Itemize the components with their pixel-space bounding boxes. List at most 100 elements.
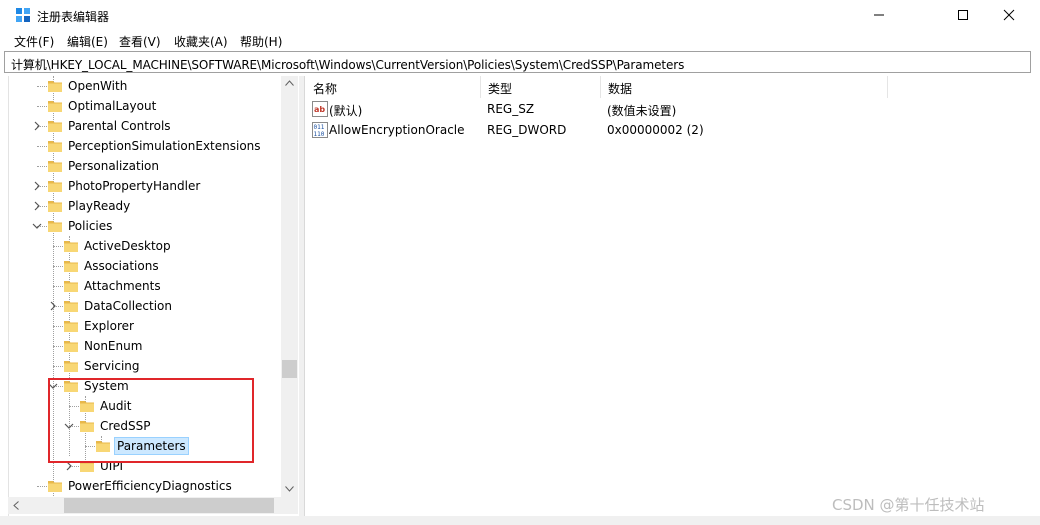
- column-separator[interactable]: [887, 76, 888, 98]
- tree-item-associations[interactable]: Associations: [9, 256, 281, 276]
- folder-icon: [48, 221, 62, 232]
- tree-item-servicing[interactable]: Servicing: [9, 356, 281, 376]
- close-button[interactable]: [986, 0, 1032, 30]
- folder-icon: [64, 261, 78, 272]
- folder-icon: [48, 161, 62, 172]
- chevron-right-icon[interactable]: [31, 119, 43, 133]
- tree-item-label: PhotoPropertyHandler: [68, 179, 201, 193]
- tree-guide-connector: [85, 446, 95, 447]
- tree-scroll-thumb[interactable]: [282, 360, 297, 378]
- column-header-name[interactable]: 名称: [305, 76, 480, 98]
- chevron-down-icon[interactable]: [47, 379, 59, 393]
- tree-item-label: OpenWith: [68, 79, 128, 93]
- folder-icon: [64, 241, 78, 252]
- tree-guide-connector: [69, 406, 79, 407]
- value-name: AllowEncryptionOracle: [329, 123, 465, 137]
- tree-item-playready[interactable]: PlayReady: [9, 196, 281, 216]
- tree-item-photopropertyhandler[interactable]: PhotoPropertyHandler: [9, 176, 281, 196]
- menu-help[interactable]: 帮助(H): [240, 33, 282, 50]
- value-data: (数值未设置): [607, 104, 677, 118]
- folder-icon: [64, 281, 78, 292]
- value-row-default[interactable]: ab (默认) REG_SZ (数值未设置): [305, 99, 905, 120]
- menu-edit[interactable]: 编辑(E): [67, 33, 108, 50]
- tree-item-nonenum[interactable]: NonEnum: [9, 336, 281, 356]
- tree-item-label: System: [84, 379, 129, 393]
- values-list: 名称 类型 数据 ab (默认) REG_SZ (数值未设置) 011 110 …: [304, 76, 1031, 516]
- column-header-data[interactable]: 数据: [600, 76, 887, 98]
- svg-text:011: 011: [314, 124, 325, 131]
- tree-item-label: ActiveDesktop: [84, 239, 171, 253]
- tree-item-perceptionsimulationextensions[interactable]: PerceptionSimulationExtensions: [9, 136, 281, 156]
- tree-vertical-scrollbar[interactable]: [281, 76, 298, 497]
- folder-icon: [64, 361, 78, 372]
- scroll-left-icon[interactable]: [13, 501, 19, 510]
- tree-guide-connector: [53, 346, 63, 347]
- address-bar[interactable]: 计算机\HKEY_LOCAL_MACHINE\SOFTWARE\Microsof…: [4, 51, 1031, 73]
- regedit-app-icon: [16, 8, 30, 22]
- folder-icon: [48, 201, 62, 212]
- key-tree: OpenWith OptimalLayout Parental Controls Pe…: [8, 76, 299, 516]
- binary-value-icon: 011 110: [312, 122, 328, 138]
- tree-guide-connector: [37, 486, 47, 487]
- value-name: (默认): [329, 104, 363, 118]
- tree-item-uipi[interactable]: UIPI: [9, 456, 281, 476]
- tree-item-system[interactable]: System: [9, 376, 281, 396]
- chevron-right-icon[interactable]: [31, 199, 43, 213]
- folder-icon: [64, 321, 78, 332]
- maximize-icon: [958, 10, 968, 20]
- window-bottom-edge: [0, 516, 1040, 525]
- address-path: 计算机\HKEY_LOCAL_MACHINE\SOFTWARE\Microsof…: [11, 58, 685, 72]
- folder-icon: [64, 381, 78, 392]
- chevron-down-icon[interactable]: [63, 419, 75, 433]
- tree-item-label: Servicing: [84, 359, 140, 373]
- tree-guide-connector: [53, 266, 63, 267]
- value-row-allowencryptionoracle[interactable]: 011 110 AllowEncryptionOracle REG_DWORD …: [305, 120, 905, 141]
- tree-item-datacollection[interactable]: DataCollection: [9, 296, 281, 316]
- folder-icon: [80, 421, 94, 432]
- menu-view[interactable]: 查看(V): [119, 33, 161, 50]
- tree-item-audit[interactable]: Audit: [9, 396, 281, 416]
- tree-item-label: PlayReady: [68, 199, 131, 213]
- chevron-right-icon[interactable]: [47, 299, 59, 313]
- chevron-right-icon[interactable]: [31, 179, 43, 193]
- chevron-right-icon[interactable]: [63, 459, 75, 473]
- tree-item-parameters[interactable]: Parameters: [9, 436, 281, 456]
- tree-horizontal-scrollbar[interactable]: [8, 497, 281, 514]
- menu-favorites[interactable]: 收藏夹(A): [174, 33, 228, 50]
- chevron-down-icon[interactable]: [31, 219, 43, 233]
- tree-item-attachments[interactable]: Attachments: [9, 276, 281, 296]
- maximize-button[interactable]: [940, 0, 986, 30]
- tree-item-label: Parameters: [114, 437, 189, 455]
- tree-item-openwith[interactable]: OpenWith: [9, 76, 281, 96]
- folder-icon: [64, 341, 78, 352]
- scroll-down-icon[interactable]: [285, 486, 294, 492]
- folder-icon: [48, 181, 62, 192]
- minimize-button[interactable]: [856, 0, 902, 30]
- column-header-type[interactable]: 类型: [480, 76, 600, 98]
- column-type-label: 类型: [488, 82, 513, 96]
- tree-item-powerefficiencydiagnostics[interactable]: PowerEfficiencyDiagnostics: [9, 476, 281, 496]
- folder-icon: [96, 441, 110, 452]
- tree-item-personalization[interactable]: Personalization: [9, 156, 281, 176]
- scroll-up-icon[interactable]: [285, 80, 294, 86]
- tree-hscroll-thumb[interactable]: [64, 498, 274, 513]
- tree-item-label: OptimalLayout: [68, 99, 157, 113]
- menu-file[interactable]: 文件(F): [14, 33, 54, 50]
- watermark: CSDN @第十任技术站: [832, 496, 985, 514]
- tree-item-explorer[interactable]: Explorer: [9, 316, 281, 336]
- tree-item-activedesktop[interactable]: ActiveDesktop: [9, 236, 281, 256]
- value-data: 0x00000002 (2): [607, 123, 704, 137]
- tree-item-credssp[interactable]: CredSSP: [9, 416, 281, 436]
- tree-item-optimallayout[interactable]: OptimalLayout: [9, 96, 281, 116]
- column-name-label: 名称: [313, 82, 338, 96]
- column-data-label: 数据: [608, 82, 633, 96]
- tree-item-policies[interactable]: Policies: [9, 216, 281, 236]
- svg-text:110: 110: [314, 131, 325, 138]
- tree-item-parental-controls[interactable]: Parental Controls: [9, 116, 281, 136]
- tree-item-label: UIPI: [100, 459, 124, 473]
- folder-icon: [80, 461, 94, 472]
- tree-item-label: Policies: [68, 219, 113, 233]
- window-title: 注册表编辑器: [37, 10, 110, 24]
- folder-icon: [80, 401, 94, 412]
- folder-icon: [48, 121, 62, 132]
